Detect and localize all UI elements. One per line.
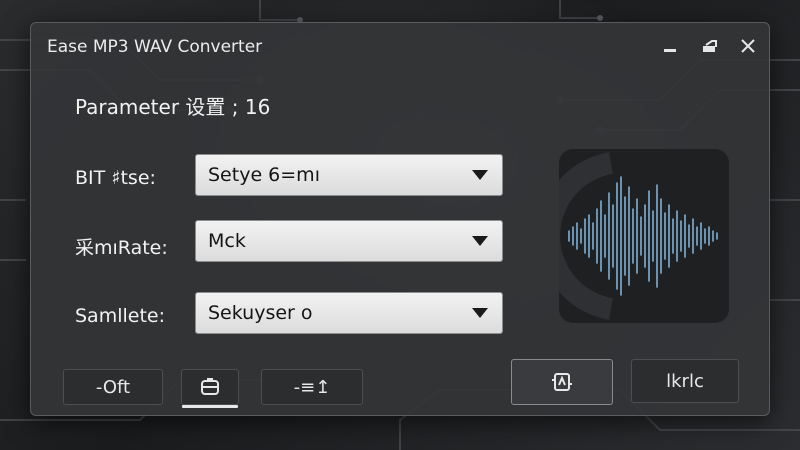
lkrlc-button[interactable]: lkrlc — [631, 359, 739, 403]
close-button[interactable] — [731, 31, 765, 61]
convert-button[interactable] — [511, 359, 613, 405]
minimize-button[interactable] — [653, 31, 687, 61]
active-underline — [182, 405, 238, 408]
expand-button-label: -≡↥ — [293, 376, 331, 398]
sample-rate-label: 采mıRate: — [75, 237, 168, 259]
sample-select-value: Sekuyser o — [208, 302, 313, 324]
sample-rate-select[interactable]: Mck — [195, 220, 503, 262]
close-icon — [741, 39, 755, 53]
save-icon — [201, 378, 219, 395]
save-button[interactable] — [181, 369, 239, 408]
sample-select[interactable]: Sekuyser o — [195, 292, 503, 334]
parameter-heading: Parameter 设置 ; 16 — [75, 95, 271, 119]
expand-button[interactable]: -≡↥ — [261, 369, 363, 405]
sample-select-label: Samllete: — [75, 305, 165, 327]
chevron-down-icon — [472, 170, 488, 180]
lkrlc-button-label: lkrlc — [666, 370, 704, 392]
sample-rate-value: Mck — [208, 230, 246, 252]
restore-icon — [703, 40, 717, 52]
bit-depth-label: BIT ♯tse: — [75, 167, 156, 189]
minimize-icon — [664, 49, 676, 52]
oft-button-label: -Oft — [95, 376, 131, 398]
restore-button[interactable] — [693, 31, 727, 61]
convert-icon — [552, 373, 572, 391]
chevron-down-icon — [472, 236, 488, 246]
oft-button[interactable]: -Oft — [63, 369, 163, 405]
bit-depth-value: Setye 6=mı — [208, 164, 320, 186]
window-title: Ease MP3 WAV Converter — [47, 37, 263, 57]
chevron-down-icon — [472, 308, 488, 318]
audio-waveform-icon — [559, 152, 718, 320]
waveform-preview — [559, 149, 729, 323]
bit-depth-select[interactable]: Setye 6=mı — [195, 154, 503, 196]
title-bar[interactable]: Ease MP3 WAV Converter — [31, 23, 769, 71]
converter-window: Ease MP3 WAV Converter Parameter 设置 ; 16… — [30, 22, 770, 416]
